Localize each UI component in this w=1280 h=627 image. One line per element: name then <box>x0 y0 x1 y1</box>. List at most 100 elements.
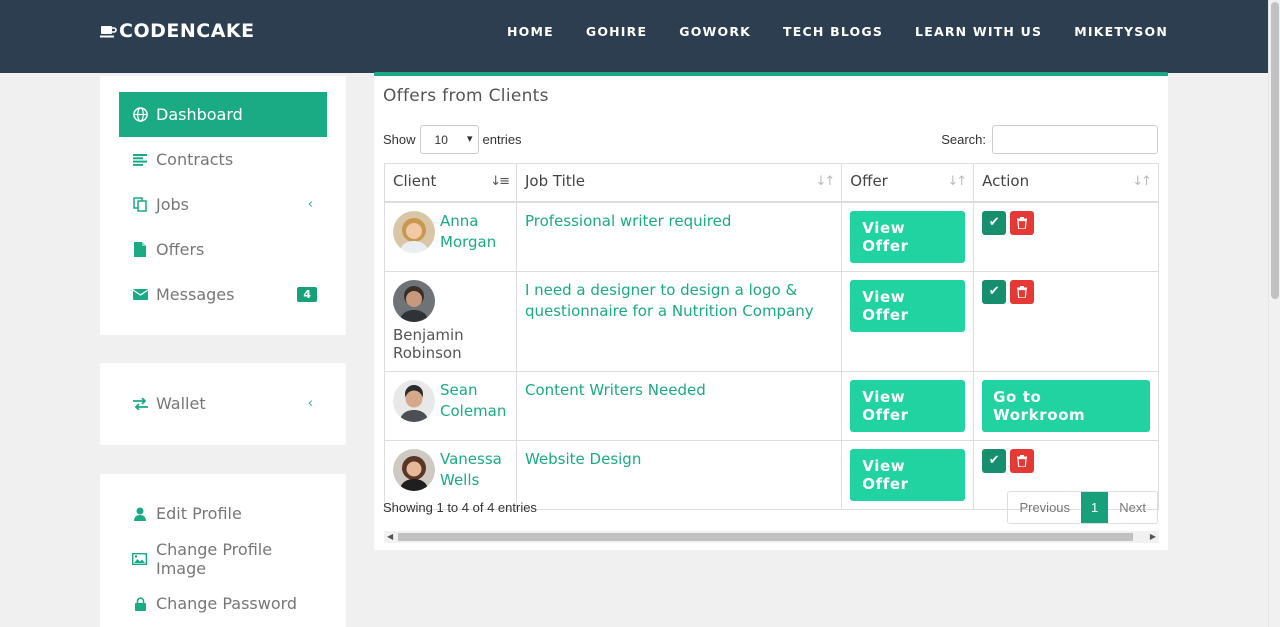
show-label: Show <box>383 132 416 147</box>
nav-learn-with-us[interactable]: LEARN WITH US <box>915 24 1042 39</box>
sort-icon: ↓↑ <box>1132 174 1152 189</box>
sort-icon: ↓↑ <box>947 174 967 189</box>
nav-user-menu[interactable]: MIKETYSON <box>1074 24 1168 39</box>
sidebar-item-label: Jobs <box>156 195 189 214</box>
client-name-link[interactable]: Vanessa Wells <box>440 449 508 491</box>
sidebar-item-label: Edit Profile <box>156 504 242 523</box>
sidebar-profile-menu: Edit Profile Change Profile Image Change… <box>100 474 346 627</box>
table-header-row: Client ↓≡ Job Title ↓↑ Offer ↓↑ Action ↓↑ <box>384 163 1159 203</box>
sidebar-main-menu: Dashboard Contracts Jobs ‹ Offers Messag… <box>100 76 346 335</box>
job-title-link[interactable]: I need a designer to design a logo & que… <box>525 281 814 320</box>
page-title: Offers from Clients <box>383 86 549 106</box>
nav-tech-blogs[interactable]: TECH BLOGS <box>783 24 883 39</box>
sidebar-item-label: Contracts <box>156 150 234 169</box>
sidebar-item-change-image[interactable]: Change Profile Image <box>119 536 327 581</box>
trash-icon[interactable] <box>1010 448 1035 473</box>
avatar <box>393 379 435 422</box>
view-offer-button[interactable]: View Offer <box>850 279 966 332</box>
avatar <box>393 279 435 322</box>
job-title-link[interactable]: Website Design <box>525 450 641 468</box>
sidebar-item-label: Change Password <box>156 594 298 613</box>
sidebar-item-jobs[interactable]: Jobs ‹ <box>119 182 327 227</box>
scroll-left-icon[interactable]: ◀ <box>387 531 393 543</box>
sidebar-item-edit-profile[interactable]: Edit Profile <box>119 491 327 536</box>
table-row: Anna Morgan Professional writer required… <box>384 201 1159 272</box>
sidebar-item-change-password[interactable]: Change Password <box>119 581 327 626</box>
lock-icon <box>132 596 148 612</box>
next-page-button[interactable]: Next <box>1108 492 1157 523</box>
offers-table: Client ↓≡ Job Title ↓↑ Offer ↓↑ Action ↓↑ An… <box>384 163 1159 510</box>
table-row: Benjamin Robinson I need a designer to d… <box>384 270 1159 372</box>
check-icon[interactable]: ✔ <box>982 210 1007 235</box>
table-row: Sean Coleman Content Writers Needed View… <box>384 370 1159 441</box>
pagination: Previous 1 Next <box>1007 491 1158 524</box>
trash-icon[interactable] <box>1010 279 1035 304</box>
check-icon[interactable]: ✔ <box>982 448 1007 473</box>
column-header-job-title[interactable]: Job Title ↓↑ <box>515 163 843 203</box>
messages-count-badge: 4 <box>297 287 317 302</box>
go-to-workroom-button[interactable]: Go to Workroom <box>982 379 1150 432</box>
brand-text: CODENCAKE <box>119 20 255 42</box>
job-title-link[interactable]: Content Writers Needed <box>525 381 706 399</box>
chevron-left-icon: ‹ <box>307 396 313 411</box>
sidebar-item-dashboard[interactable]: Dashboard <box>119 92 327 137</box>
globe-icon <box>132 107 148 123</box>
vertical-scrollbar[interactable] <box>1268 0 1280 627</box>
client-name-link[interactable]: Anna Morgan <box>440 211 508 253</box>
scrollbar-thumb[interactable] <box>1271 2 1279 299</box>
nav-home[interactable]: HOME <box>507 24 554 39</box>
scroll-right-icon[interactable]: ▶ <box>1150 531 1156 543</box>
table-search: Search: <box>941 125 1158 154</box>
exchange-icon <box>132 396 148 412</box>
search-input[interactable] <box>992 125 1158 154</box>
trash-icon[interactable] <box>1010 210 1035 235</box>
entries-select[interactable]: 10 <box>419 125 479 154</box>
client-name-link[interactable]: Benjamin Robinson <box>393 326 508 362</box>
nav-gohire[interactable]: GOHIRE <box>586 24 647 39</box>
view-offer-button[interactable]: View Offer <box>850 448 966 501</box>
page-1-button[interactable]: 1 <box>1081 492 1109 523</box>
avatar <box>393 210 435 253</box>
nav-gowork[interactable]: GOWORK <box>679 24 751 39</box>
sidebar-item-wallet[interactable]: Wallet ‹ <box>119 381 327 426</box>
action-group: ✔ <box>982 448 1150 473</box>
job-title-link[interactable]: Professional writer required <box>525 212 731 230</box>
chevron-left-icon: ‹ <box>307 197 313 212</box>
table-info: Showing 1 to 4 of 4 entries <box>383 500 537 515</box>
column-header-action[interactable]: Action ↓↑ <box>973 163 1159 203</box>
copy-icon <box>132 197 148 213</box>
scrollbar-thumb[interactable] <box>398 533 1133 541</box>
client-name-link[interactable]: Sean Coleman <box>440 380 508 422</box>
image-icon <box>132 551 148 567</box>
action-group: ✔ <box>982 210 1150 235</box>
column-header-offer[interactable]: Offer ↓↑ <box>841 163 975 203</box>
sidebar-item-label: Dashboard <box>156 105 243 124</box>
entries-length-control: Show 10 entries <box>383 125 522 154</box>
column-header-client[interactable]: Client ↓≡ <box>384 163 517 203</box>
file-icon <box>132 242 148 258</box>
previous-page-button[interactable]: Previous <box>1008 492 1081 523</box>
list-icon <box>132 152 148 168</box>
column-header-label: Job Title <box>524 172 586 190</box>
main-nav: HOME GOHIRE GOWORK TECH BLOGS LEARN WITH… <box>475 24 1168 39</box>
sidebar-item-label: Offers <box>156 240 205 259</box>
offers-panel: Offers from Clients Show 10 entries Sear… <box>374 72 1168 550</box>
view-offer-button[interactable]: View Offer <box>850 379 966 432</box>
view-offer-button[interactable]: View Offer <box>850 210 966 263</box>
envelope-icon <box>132 287 148 303</box>
sidebar-item-label: Wallet <box>156 394 206 413</box>
client-cell: Vanessa Wells <box>393 448 508 491</box>
column-header-label: Offer <box>850 172 888 190</box>
check-icon[interactable]: ✔ <box>982 279 1007 304</box>
sidebar-item-offers[interactable]: Offers <box>119 227 327 272</box>
sidebar-item-messages[interactable]: Messages 4 <box>119 272 327 317</box>
sidebar-item-contracts[interactable]: Contracts <box>119 137 327 182</box>
brand-logo[interactable]: CODENCAKE <box>100 20 255 42</box>
sidebar-wallet-menu: Wallet ‹ <box>100 363 346 445</box>
sidebar-item-label: Change Profile Image <box>155 539 273 578</box>
sort-icon: ↓↑ <box>815 174 836 189</box>
horizontal-scrollbar[interactable]: ◀ ▶ <box>384 531 1159 543</box>
entries-label: entries <box>482 132 522 147</box>
client-cell: Anna Morgan <box>393 210 508 253</box>
client-cell: Sean Coleman <box>393 379 508 422</box>
